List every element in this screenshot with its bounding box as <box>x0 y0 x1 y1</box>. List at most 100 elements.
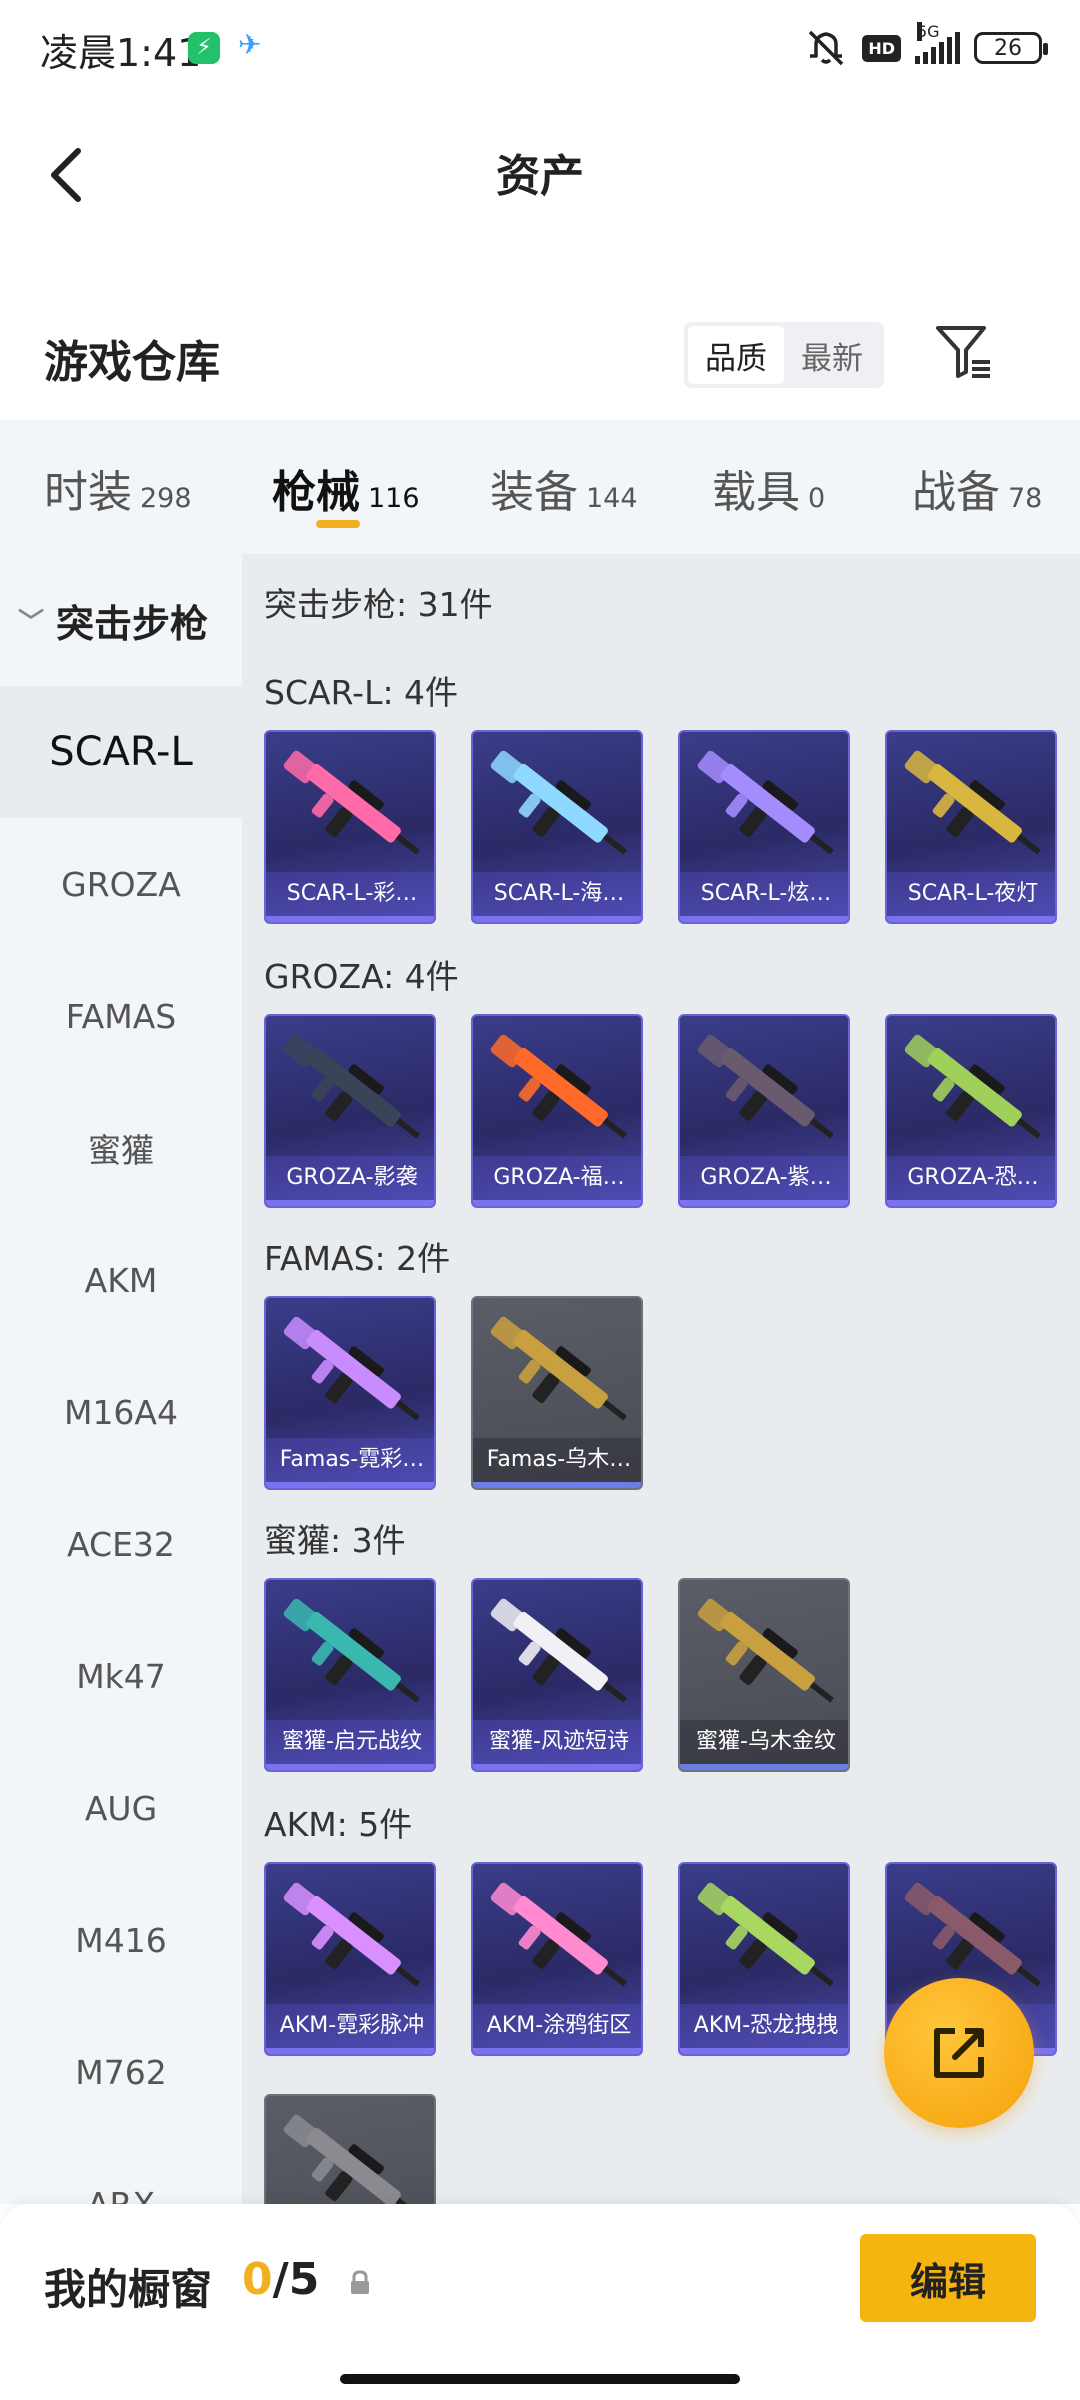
section-title: GROZA: 4件 <box>264 957 459 996</box>
edit-button[interactable]: 编辑 <box>860 2234 1036 2322</box>
weapon-card-label: 蜜獾-风迹短诗 <box>473 1720 641 1764</box>
weapon-card-label: GROZA-影袭 <box>266 1156 434 1200</box>
weapon-image <box>697 750 834 855</box>
sidebar-item[interactable]: Mk47 <box>0 1610 242 1742</box>
section-title: AKM: 5件 <box>264 1805 413 1844</box>
weapon-image <box>904 750 1041 855</box>
weapon-card-label: SCAR-L-炫… <box>680 872 848 916</box>
tab-supplies[interactable]: 战备 78 <box>912 456 1042 520</box>
showcase-current: 0 <box>242 2254 273 2305</box>
weapon-card[interactable]: Famas-霓彩… <box>264 1296 436 1490</box>
weapon-card-label: SCAR-L-海… <box>473 872 641 916</box>
weapon-image <box>283 1034 420 1139</box>
active-tab-indicator <box>316 520 360 528</box>
weapon-image <box>490 1034 627 1139</box>
weapon-card-label: Famas-霓彩… <box>266 1438 434 1482</box>
category-tab-bar: 时装 298 枪械 116 装备 144 载具 0 战备 78 <box>0 420 1080 554</box>
weapon-image <box>283 1316 420 1421</box>
weapon-card-label: Famas-乌木… <box>473 1438 641 1482</box>
sort-option-quality[interactable]: 品质 <box>688 326 784 384</box>
weapon-card[interactable]: 蜜獾-乌木金纹 <box>678 1578 850 1772</box>
tab-label: 载具 <box>712 467 800 518</box>
weapon-image <box>283 1882 420 1987</box>
sidebar-item[interactable]: 蜜獾 <box>0 1082 242 1214</box>
weapon-image <box>697 1598 834 1703</box>
weapon-card-label: SCAR-L-彩… <box>266 872 434 916</box>
page-title: 资产 <box>496 151 584 202</box>
filter-button[interactable] <box>934 322 994 382</box>
tab-firearms[interactable]: 枪械 116 <box>272 456 420 520</box>
sidebar-group-label: 突击步枪 <box>56 601 209 646</box>
showcase-bar: 我的橱窗 0/5 编辑 <box>0 2204 1080 2400</box>
weapon-card[interactable]: 蜜獾-启元战纹 <box>264 1578 436 1772</box>
tab-fashion[interactable]: 时装 298 <box>44 456 192 520</box>
sidebar-item[interactable]: SCAR-L <box>0 686 242 818</box>
weapon-card[interactable]: Famas-乌木… <box>471 1296 643 1490</box>
weapon-card[interactable]: SCAR-L-夜灯 <box>885 730 1057 924</box>
chevron-down-icon: ﹀ <box>18 607 45 638</box>
filter-icon <box>936 326 990 378</box>
tab-label: 枪械 <box>272 467 360 518</box>
status-time: 凌晨1:41 <box>40 31 202 75</box>
weapon-image <box>697 1882 834 1987</box>
weapon-card[interactable]: AKM-涂鸦街区 <box>471 1862 643 2056</box>
sort-option-newest[interactable]: 最新 <box>784 326 880 384</box>
weapon-card[interactable] <box>264 2094 436 2204</box>
weapon-type-sidebar: ﹀ 突击步枪 SCAR-L GROZA FAMAS 蜜獾 AKM M16A4 A… <box>0 554 242 2204</box>
sidebar-item[interactable]: M416 <box>0 1874 242 2006</box>
section-title: SCAR-L: 4件 <box>264 673 459 712</box>
weapon-card[interactable]: SCAR-L-炫… <box>678 730 850 924</box>
weapon-card-label: GROZA-紫… <box>680 1156 848 1200</box>
share-button[interactable] <box>884 1978 1034 2128</box>
weapon-card-label: AKM-涂鸦街区 <box>473 2004 641 2048</box>
weapon-image <box>283 750 420 855</box>
sidebar-item[interactable]: ACE32 <box>0 1478 242 1610</box>
sidebar-item[interactable]: FAMAS <box>0 950 242 1082</box>
tab-count: 116 <box>368 483 420 514</box>
sidebar-item[interactable]: AUG <box>0 1742 242 1874</box>
weapon-card[interactable]: AKM-恐龙拽拽 <box>678 1862 850 2056</box>
tab-label: 战备 <box>912 467 1000 518</box>
weapon-card[interactable]: AKM-霓彩脉冲 <box>264 1862 436 2056</box>
tab-count: 144 <box>586 483 638 514</box>
sidebar-group-assault-rifles[interactable]: ﹀ 突击步枪 <box>0 554 242 686</box>
sidebar-item[interactable]: ARX <box>0 2138 242 2205</box>
hd-badge: HD <box>862 34 901 62</box>
weapon-image <box>490 1882 627 1987</box>
tab-count: 0 <box>808 483 826 514</box>
weapon-card[interactable]: GROZA-恐… <box>885 1014 1057 1208</box>
section-title: FAMAS: 2件 <box>264 1239 451 1278</box>
weapon-card[interactable]: 蜜獾-风迹短诗 <box>471 1578 643 1772</box>
tab-count: 298 <box>140 483 192 514</box>
weapon-image <box>490 1316 627 1421</box>
sidebar-item[interactable]: AKM <box>0 1214 242 1346</box>
showcase-label: 我的橱窗 <box>44 2265 213 2314</box>
sidebar-item[interactable]: M762 <box>0 2006 242 2138</box>
tab-vehicles[interactable]: 载具 0 <box>712 456 825 520</box>
weapon-card-label: AKM-恐龙拽拽 <box>680 2004 848 2048</box>
weapon-card[interactable]: GROZA-影袭 <box>264 1014 436 1208</box>
weapon-card[interactable]: GROZA-紫… <box>678 1014 850 1208</box>
weapon-card-label: AKM-霓彩脉冲 <box>266 2004 434 2048</box>
weapon-image <box>490 750 627 855</box>
weapon-card[interactable]: GROZA-福… <box>471 1014 643 1208</box>
showcase-total: /5 <box>272 2254 320 2305</box>
weapon-image <box>490 1598 627 1703</box>
app-notification-icon: ⚡ <box>188 32 220 64</box>
weapon-card[interactable]: SCAR-L-海… <box>471 730 643 924</box>
home-indicator <box>340 2374 740 2384</box>
sidebar-item[interactable]: GROZA <box>0 818 242 950</box>
tab-equipment[interactable]: 装备 144 <box>490 456 638 520</box>
category-summary: 突击步枪: 31件 <box>264 585 493 624</box>
weapon-image <box>904 1034 1041 1139</box>
network-label: 5G <box>917 22 940 41</box>
weapon-image <box>697 1034 834 1139</box>
sidebar-item[interactable]: M16A4 <box>0 1346 242 1478</box>
lock-icon <box>351 2270 369 2294</box>
weapon-card[interactable]: SCAR-L-彩… <box>264 730 436 924</box>
status-bar: 凌晨1:41 ⚡ ✈ HD 5G 26 <box>0 0 1080 96</box>
weapon-card-label: GROZA-恐… <box>887 1156 1055 1200</box>
weapon-image <box>283 2114 420 2204</box>
status-icons: HD 5G 26 <box>804 22 1048 70</box>
weapon-card-label: SCAR-L-夜灯 <box>887 872 1055 916</box>
